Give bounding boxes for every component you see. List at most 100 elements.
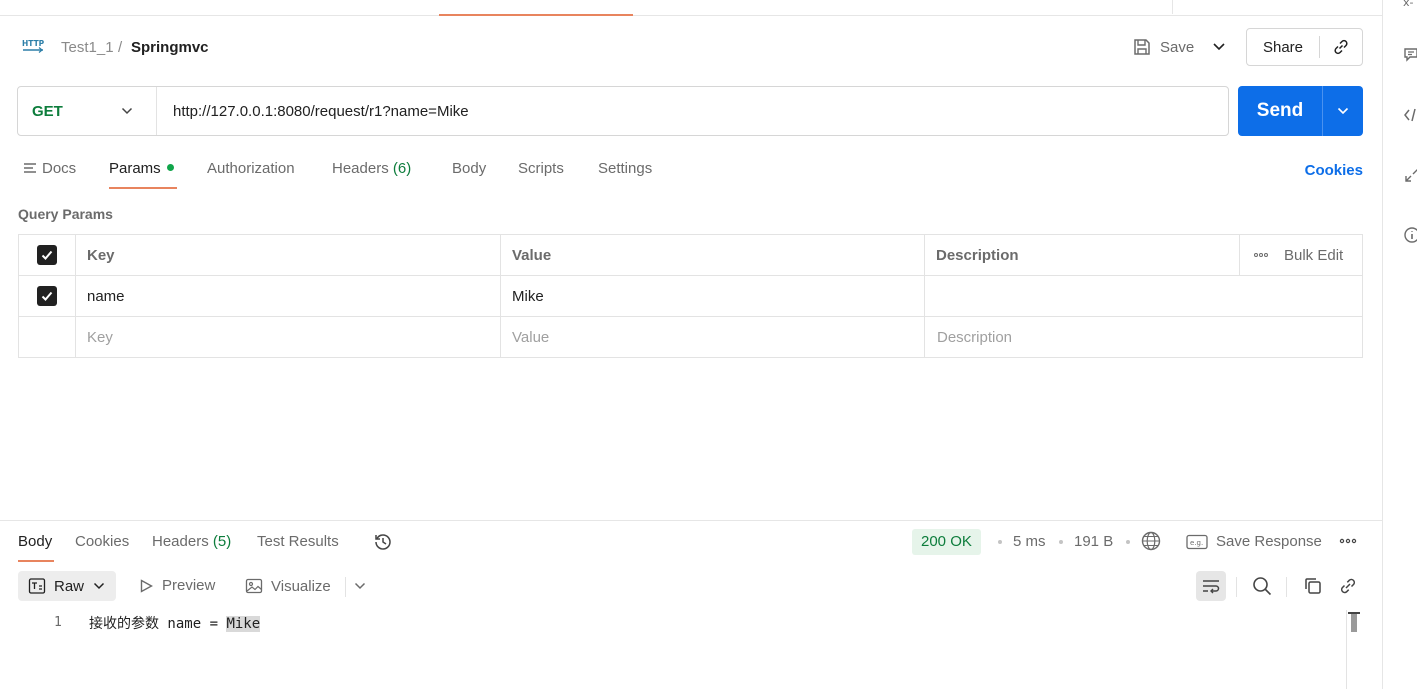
param-description-cell[interactable] [925,276,1362,316]
format-select[interactable]: Raw [18,571,116,601]
save-icon [1134,39,1150,55]
toolbar-divider [345,577,346,597]
method-label: GET [32,102,63,120]
code-icon[interactable] [1403,106,1417,124]
line-number: 1 [54,615,62,630]
tab-params[interactable]: Params [109,160,174,177]
tab-strip-divider [1172,0,1173,14]
new-param-description-input[interactable]: Description [925,317,1362,357]
cookies-link[interactable]: Cookies [1305,162,1363,179]
tab-headers[interactable]: Headers (6) [332,160,411,177]
svg-text:e.g.: e.g. [1190,539,1203,547]
response-body-editor[interactable]: 1 接收的参数 name = Mike [18,610,1363,689]
param-value-cell[interactable]: Mike [501,276,925,316]
response-tab-headers[interactable]: Headers (5) [152,533,231,550]
svg-text:HTTP: HTTP [22,39,44,48]
variables-icon[interactable]: x- [1403,0,1417,12]
response-body-line: 接收的参数 name = Mike [89,613,261,633]
link-icon[interactable] [1337,575,1359,597]
new-param-value-input[interactable]: Value [501,317,925,357]
bulk-edit-button[interactable]: Bulk Edit [1240,235,1362,275]
tab-body[interactable]: Body [452,160,486,177]
save-options-chevron-icon[interactable] [1210,38,1228,56]
select-all-cell [19,235,76,275]
tab-params-label: Params [109,160,161,177]
row-enable-checkbox[interactable] [37,286,57,306]
response-toolbar: Raw Preview Visualize [18,571,1363,601]
format-label: Raw [54,577,85,595]
play-icon [140,578,153,593]
tab-authorization[interactable]: Authorization [207,160,295,177]
toolbar-divider [1236,577,1237,597]
checkmark-icon [41,250,53,260]
wrap-lines-icon [1203,580,1220,594]
new-param-key-input[interactable]: Key [76,317,501,357]
checkmark-icon [41,291,53,301]
bulk-edit-label: Bulk Edit [1284,246,1344,264]
visualize-options-chevron-icon[interactable] [353,579,367,593]
info-icon[interactable] [1403,226,1417,244]
column-header-value: Value [501,235,925,275]
docs-icon [24,163,36,173]
response-text: 接收的参数 name = [89,616,227,632]
param-key-cell[interactable]: name [76,276,501,316]
http-icon: HTTP [22,39,44,53]
response-tab-headers-label: Headers [152,533,209,550]
response-tab-body[interactable]: Body [18,533,52,550]
query-params-table: Key Value Description Bulk Edit name Mik… [18,234,1363,358]
select-all-checkbox[interactable] [37,245,57,265]
tab-docs[interactable]: Docs [23,160,76,177]
share-button[interactable]: Share [1247,39,1319,56]
copy-link-button[interactable] [1320,37,1362,57]
tab-headers-count: (6) [392,160,412,177]
preview-button[interactable]: Preview [138,577,215,594]
save-label: Save [1160,38,1195,56]
more-options-icon[interactable] [1339,532,1357,550]
chevron-down-icon [93,582,105,590]
breadcrumb-separator: / [118,39,123,56]
wrap-lines-button[interactable] [1196,571,1226,601]
share-button-group: Share [1246,28,1363,66]
tab-settings[interactable]: Settings [598,160,652,177]
meta-separator-dot [1059,540,1063,544]
save-button[interactable]: Save [1132,32,1194,62]
globe-icon[interactable] [1140,530,1162,552]
method-select[interactable]: GET [18,87,157,135]
save-response-button[interactable]: e.g. Save Response [1186,533,1322,550]
editor-scrollbar-track[interactable] [1346,610,1347,689]
comments-icon[interactable] [1403,46,1417,64]
response-tab-test-results[interactable]: Test Results [257,533,339,550]
copy-icon[interactable] [1302,575,1324,597]
request-title[interactable]: Springmvc [131,39,209,56]
visualize-label: Visualize [271,577,331,595]
related-collections-icon[interactable] [1403,166,1417,184]
send-options-button[interactable] [1323,104,1363,118]
column-header-description: Description [925,235,1240,275]
active-tab-indicator [439,14,633,16]
history-icon[interactable] [372,531,394,553]
visualize-button[interactable]: Visualize [245,577,331,595]
url-bar: GET [17,86,1229,136]
column-header-key: Key [76,235,501,275]
table-header-row: Key Value Description Bulk Edit [19,235,1362,276]
search-icon[interactable] [1251,575,1273,597]
url-input[interactable] [157,102,1228,120]
status-badge[interactable]: 200 OK [912,529,981,555]
body-tab-underline [18,560,54,562]
send-button[interactable]: Send [1238,100,1322,122]
response-size[interactable]: 191 B [1074,533,1113,550]
response-divider[interactable] [0,520,1383,521]
breadcrumb-collection[interactable]: Test1_1 [61,39,114,56]
tab-scripts[interactable]: Scripts [518,160,564,177]
response-highlighted-text: Mike [226,616,261,632]
request-header: HTTP Test1_1 / Springmvc Save Share [18,28,1363,66]
new-row-checkbox-cell [19,317,76,357]
response-time[interactable]: 5 ms [1013,533,1046,550]
save-response-label: Save Response [1216,533,1322,550]
response-tabs: Body Cookies Headers (5) Test Results 20… [18,529,1363,562]
response-headers-count: (5) [212,533,232,550]
table-row: name Mike [19,276,1362,317]
image-icon [245,578,263,594]
chevron-down-icon [121,107,133,115]
response-tab-cookies[interactable]: Cookies [75,533,129,550]
